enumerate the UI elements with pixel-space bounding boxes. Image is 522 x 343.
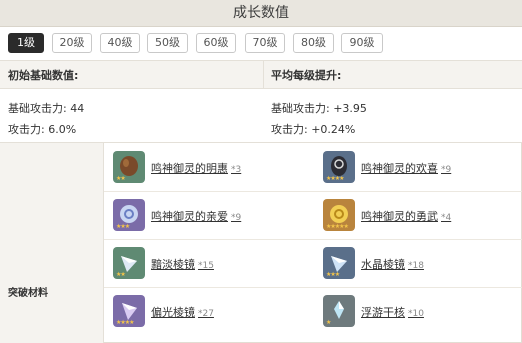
material-link[interactable]: 黯淡棱镜 *15 [151, 256, 214, 272]
material-link[interactable]: 鸣神御灵的欢喜 *9 [361, 160, 451, 176]
base-attack-label: 基础攻击力: [8, 102, 67, 115]
material-count: *10 [408, 309, 424, 319]
attack-percent-stat: 攻击力: 6.0% [8, 121, 76, 137]
rarity-stars: ★★ [116, 175, 126, 182]
material-count: *3 [231, 165, 242, 175]
material-name[interactable]: 水晶棱镜 [361, 258, 405, 271]
growth-attack-percent-label: 攻击力: [271, 123, 308, 136]
rarity-stars: ★ [326, 319, 331, 326]
material-name[interactable]: 偏光棱镜 [151, 306, 195, 319]
crystal-core-icon: ★ [323, 295, 355, 327]
material-count: *4 [441, 213, 452, 223]
material-count: *9 [441, 165, 452, 175]
material-link[interactable]: 鸣神御灵的亲爱 *9 [151, 208, 241, 224]
base-stats-header: 初始基础数值: [8, 69, 79, 82]
material-count: *9 [231, 213, 242, 223]
level-tabs: 1级 20级 40级 50级 60级 70级 80级 90级 [0, 27, 522, 60]
material-row-divider [104, 239, 522, 240]
base-attack-stat: 基础攻击力: 44 [8, 100, 84, 116]
rarity-stars: ★★★★★ [326, 223, 349, 230]
rarity-stars: ★★★★ [116, 319, 134, 326]
base-attack-value: 44 [70, 102, 85, 115]
tab-level-1[interactable]: 1级 [8, 33, 44, 53]
tanuki-figurine-icon: ★★★★ [323, 151, 355, 183]
material-name[interactable]: 鸣神御灵的欢喜 [361, 162, 438, 175]
material-count: *15 [198, 261, 214, 271]
prism-icon: ★★★★ [113, 295, 145, 327]
tanuki-figurine-icon: ★★★ [113, 199, 145, 231]
tanuki-figurine-icon: ★★★★★ [323, 199, 355, 231]
material-name[interactable]: 黯淡棱镜 [151, 258, 195, 271]
material-count: *27 [198, 309, 214, 319]
tab-level-90[interactable]: 90级 [341, 33, 383, 53]
material-link[interactable]: 鸣神御灵的明惠 *3 [151, 160, 241, 176]
tab-level-80[interactable]: 80级 [293, 33, 334, 53]
tab-level-50[interactable]: 50级 [147, 33, 188, 53]
attack-percent-value: 6.0% [48, 123, 77, 136]
material-row-divider [104, 191, 522, 192]
stats-header-row: 初始基础数值: 平均每级提升: [0, 60, 522, 89]
tab-level-40[interactable]: 40级 [100, 33, 140, 53]
material-link[interactable]: 鸣神御灵的勇武 *4 [361, 208, 451, 224]
prism-icon: ★★ [113, 247, 145, 279]
tab-level-20[interactable]: 20级 [52, 33, 92, 53]
stats-values-row: 基础攻击力: 44 攻击力: 6.0% 基础攻击力: +3.95 攻击力: +0… [0, 89, 522, 143]
growth-attack-percent-stat: 攻击力: +0.24% [271, 121, 355, 137]
rarity-stars: ★★★ [326, 271, 340, 278]
materials-label: 突破材料 [8, 288, 48, 299]
tanuki-figurine-icon: ★★ [113, 151, 145, 183]
material-link[interactable]: 水晶棱镜 *18 [361, 256, 424, 272]
materials-label-cell: 突破材料 [0, 143, 104, 343]
material-row-divider [104, 287, 522, 288]
attack-percent-label: 攻击力: [8, 123, 45, 136]
growth-stats-header: 平均每级提升: [271, 69, 342, 82]
growth-attack-percent-value: +0.24% [311, 123, 356, 136]
material-link[interactable]: 偏光棱镜 *27 [151, 304, 214, 320]
material-count: *18 [408, 261, 424, 271]
growth-base-attack-value: +3.95 [333, 102, 367, 115]
material-name[interactable]: 鸣神御灵的勇武 [361, 210, 438, 223]
rarity-stars: ★★★ [116, 223, 130, 230]
panel-title: 成长数值 [0, 0, 522, 27]
tab-level-60[interactable]: 60级 [196, 33, 236, 53]
prism-icon: ★★★ [323, 247, 355, 279]
material-link[interactable]: 浮游干核 *10 [361, 304, 424, 320]
rarity-stars: ★★ [116, 271, 126, 278]
growth-base-attack-stat: 基础攻击力: +3.95 [271, 100, 367, 116]
material-name[interactable]: 鸣神御灵的亲爱 [151, 210, 228, 223]
tab-level-70[interactable]: 70级 [245, 33, 285, 53]
material-name[interactable]: 浮游干核 [361, 306, 405, 319]
material-name[interactable]: 鸣神御灵的明惠 [151, 162, 228, 175]
rarity-stars: ★★★★ [326, 175, 344, 182]
growth-base-attack-label: 基础攻击力: [271, 102, 330, 115]
